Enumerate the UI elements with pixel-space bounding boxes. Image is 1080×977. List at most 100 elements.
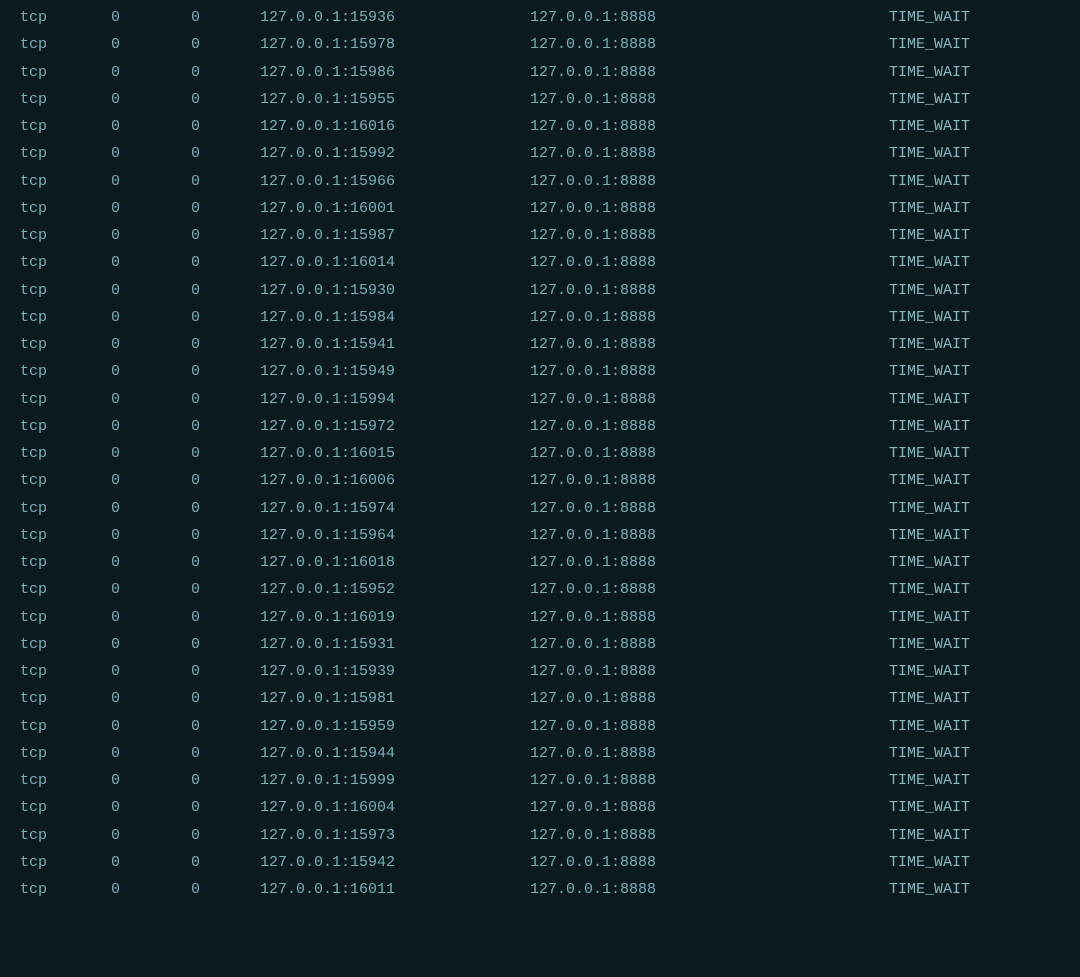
col-local-address: 127.0.0.1:15986 [230, 61, 510, 84]
col-send-q: 0 [150, 115, 230, 138]
col-send-q: 0 [150, 796, 230, 819]
col-remote-address: 127.0.0.1:8888 [510, 61, 790, 84]
col-proto: tcp [0, 333, 70, 356]
col-state: TIME_WAIT [790, 769, 990, 792]
col-proto: tcp [0, 170, 70, 193]
col-state: TIME_WAIT [790, 715, 990, 738]
col-state: TIME_WAIT [790, 88, 990, 111]
table-row: tcp 0 0 127.0.0.1:15973 127.0.0.1:8888 T… [0, 822, 1080, 849]
col-local-address: 127.0.0.1:16015 [230, 442, 510, 465]
col-recv-q: 0 [70, 224, 150, 247]
table-row: tcp 0 0 127.0.0.1:15931 127.0.0.1:8888 T… [0, 631, 1080, 658]
col-proto: tcp [0, 660, 70, 683]
col-send-q: 0 [150, 279, 230, 302]
table-row: tcp 0 0 127.0.0.1:15959 127.0.0.1:8888 T… [0, 713, 1080, 740]
table-row: tcp 0 0 127.0.0.1:16011 127.0.0.1:8888 T… [0, 876, 1080, 903]
col-state: TIME_WAIT [790, 660, 990, 683]
table-row: tcp 0 0 127.0.0.1:15972 127.0.0.1:8888 T… [0, 413, 1080, 440]
col-local-address: 127.0.0.1:16006 [230, 469, 510, 492]
col-local-address: 127.0.0.1:16014 [230, 251, 510, 274]
col-recv-q: 0 [70, 524, 150, 547]
col-local-address: 127.0.0.1:15955 [230, 88, 510, 111]
col-local-address: 127.0.0.1:15939 [230, 660, 510, 683]
col-state: TIME_WAIT [790, 796, 990, 819]
col-proto: tcp [0, 415, 70, 438]
col-recv-q: 0 [70, 442, 150, 465]
col-local-address: 127.0.0.1:15964 [230, 524, 510, 547]
col-local-address: 127.0.0.1:15959 [230, 715, 510, 738]
col-send-q: 0 [150, 224, 230, 247]
col-state: TIME_WAIT [790, 279, 990, 302]
col-recv-q: 0 [70, 388, 150, 411]
col-recv-q: 0 [70, 88, 150, 111]
table-row: tcp 0 0 127.0.0.1:15992 127.0.0.1:8888 T… [0, 140, 1080, 167]
col-remote-address: 127.0.0.1:8888 [510, 715, 790, 738]
col-proto: tcp [0, 279, 70, 302]
col-state: TIME_WAIT [790, 306, 990, 329]
col-proto: tcp [0, 33, 70, 56]
col-state: TIME_WAIT [790, 469, 990, 492]
col-local-address: 127.0.0.1:15972 [230, 415, 510, 438]
col-send-q: 0 [150, 578, 230, 601]
col-recv-q: 0 [70, 306, 150, 329]
col-remote-address: 127.0.0.1:8888 [510, 497, 790, 520]
col-local-address: 127.0.0.1:16004 [230, 796, 510, 819]
col-send-q: 0 [150, 715, 230, 738]
col-state: TIME_WAIT [790, 360, 990, 383]
col-proto: tcp [0, 197, 70, 220]
col-remote-address: 127.0.0.1:8888 [510, 142, 790, 165]
col-proto: tcp [0, 469, 70, 492]
col-send-q: 0 [150, 524, 230, 547]
col-recv-q: 0 [70, 633, 150, 656]
table-row: tcp 0 0 127.0.0.1:16004 127.0.0.1:8888 T… [0, 794, 1080, 821]
col-remote-address: 127.0.0.1:8888 [510, 742, 790, 765]
table-row: tcp 0 0 127.0.0.1:15936 127.0.0.1:8888 T… [0, 4, 1080, 31]
col-state: TIME_WAIT [790, 578, 990, 601]
table-row: tcp 0 0 127.0.0.1:16001 127.0.0.1:8888 T… [0, 195, 1080, 222]
col-send-q: 0 [150, 551, 230, 574]
table-row: tcp 0 0 127.0.0.1:15944 127.0.0.1:8888 T… [0, 740, 1080, 767]
col-send-q: 0 [150, 251, 230, 274]
col-recv-q: 0 [70, 687, 150, 710]
col-local-address: 127.0.0.1:15974 [230, 497, 510, 520]
col-local-address: 127.0.0.1:15984 [230, 306, 510, 329]
col-proto: tcp [0, 6, 70, 29]
table-row: tcp 0 0 127.0.0.1:15978 127.0.0.1:8888 T… [0, 31, 1080, 58]
col-recv-q: 0 [70, 33, 150, 56]
col-proto: tcp [0, 88, 70, 111]
col-remote-address: 127.0.0.1:8888 [510, 878, 790, 901]
table-row: tcp 0 0 127.0.0.1:15964 127.0.0.1:8888 T… [0, 522, 1080, 549]
col-state: TIME_WAIT [790, 224, 990, 247]
col-proto: tcp [0, 360, 70, 383]
table-row: tcp 0 0 127.0.0.1:16016 127.0.0.1:8888 T… [0, 113, 1080, 140]
col-recv-q: 0 [70, 360, 150, 383]
col-proto: tcp [0, 497, 70, 520]
col-remote-address: 127.0.0.1:8888 [510, 415, 790, 438]
col-recv-q: 0 [70, 578, 150, 601]
table-row: tcp 0 0 127.0.0.1:15939 127.0.0.1:8888 T… [0, 658, 1080, 685]
col-send-q: 0 [150, 197, 230, 220]
col-recv-q: 0 [70, 606, 150, 629]
terminal-output: tcp 0 0 127.0.0.1:15936 127.0.0.1:8888 T… [0, 0, 1080, 907]
col-local-address: 127.0.0.1:15949 [230, 360, 510, 383]
col-state: TIME_WAIT [790, 824, 990, 847]
col-state: TIME_WAIT [790, 851, 990, 874]
col-local-address: 127.0.0.1:15952 [230, 578, 510, 601]
col-recv-q: 0 [70, 551, 150, 574]
col-recv-q: 0 [70, 660, 150, 683]
table-row: tcp 0 0 127.0.0.1:16018 127.0.0.1:8888 T… [0, 549, 1080, 576]
col-proto: tcp [0, 251, 70, 274]
col-local-address: 127.0.0.1:15941 [230, 333, 510, 356]
col-recv-q: 0 [70, 796, 150, 819]
col-state: TIME_WAIT [790, 333, 990, 356]
col-state: TIME_WAIT [790, 61, 990, 84]
col-remote-address: 127.0.0.1:8888 [510, 197, 790, 220]
col-proto: tcp [0, 851, 70, 874]
col-proto: tcp [0, 824, 70, 847]
table-row: tcp 0 0 127.0.0.1:16006 127.0.0.1:8888 T… [0, 467, 1080, 494]
col-proto: tcp [0, 115, 70, 138]
col-remote-address: 127.0.0.1:8888 [510, 88, 790, 111]
col-recv-q: 0 [70, 769, 150, 792]
col-local-address: 127.0.0.1:16019 [230, 606, 510, 629]
col-proto: tcp [0, 633, 70, 656]
